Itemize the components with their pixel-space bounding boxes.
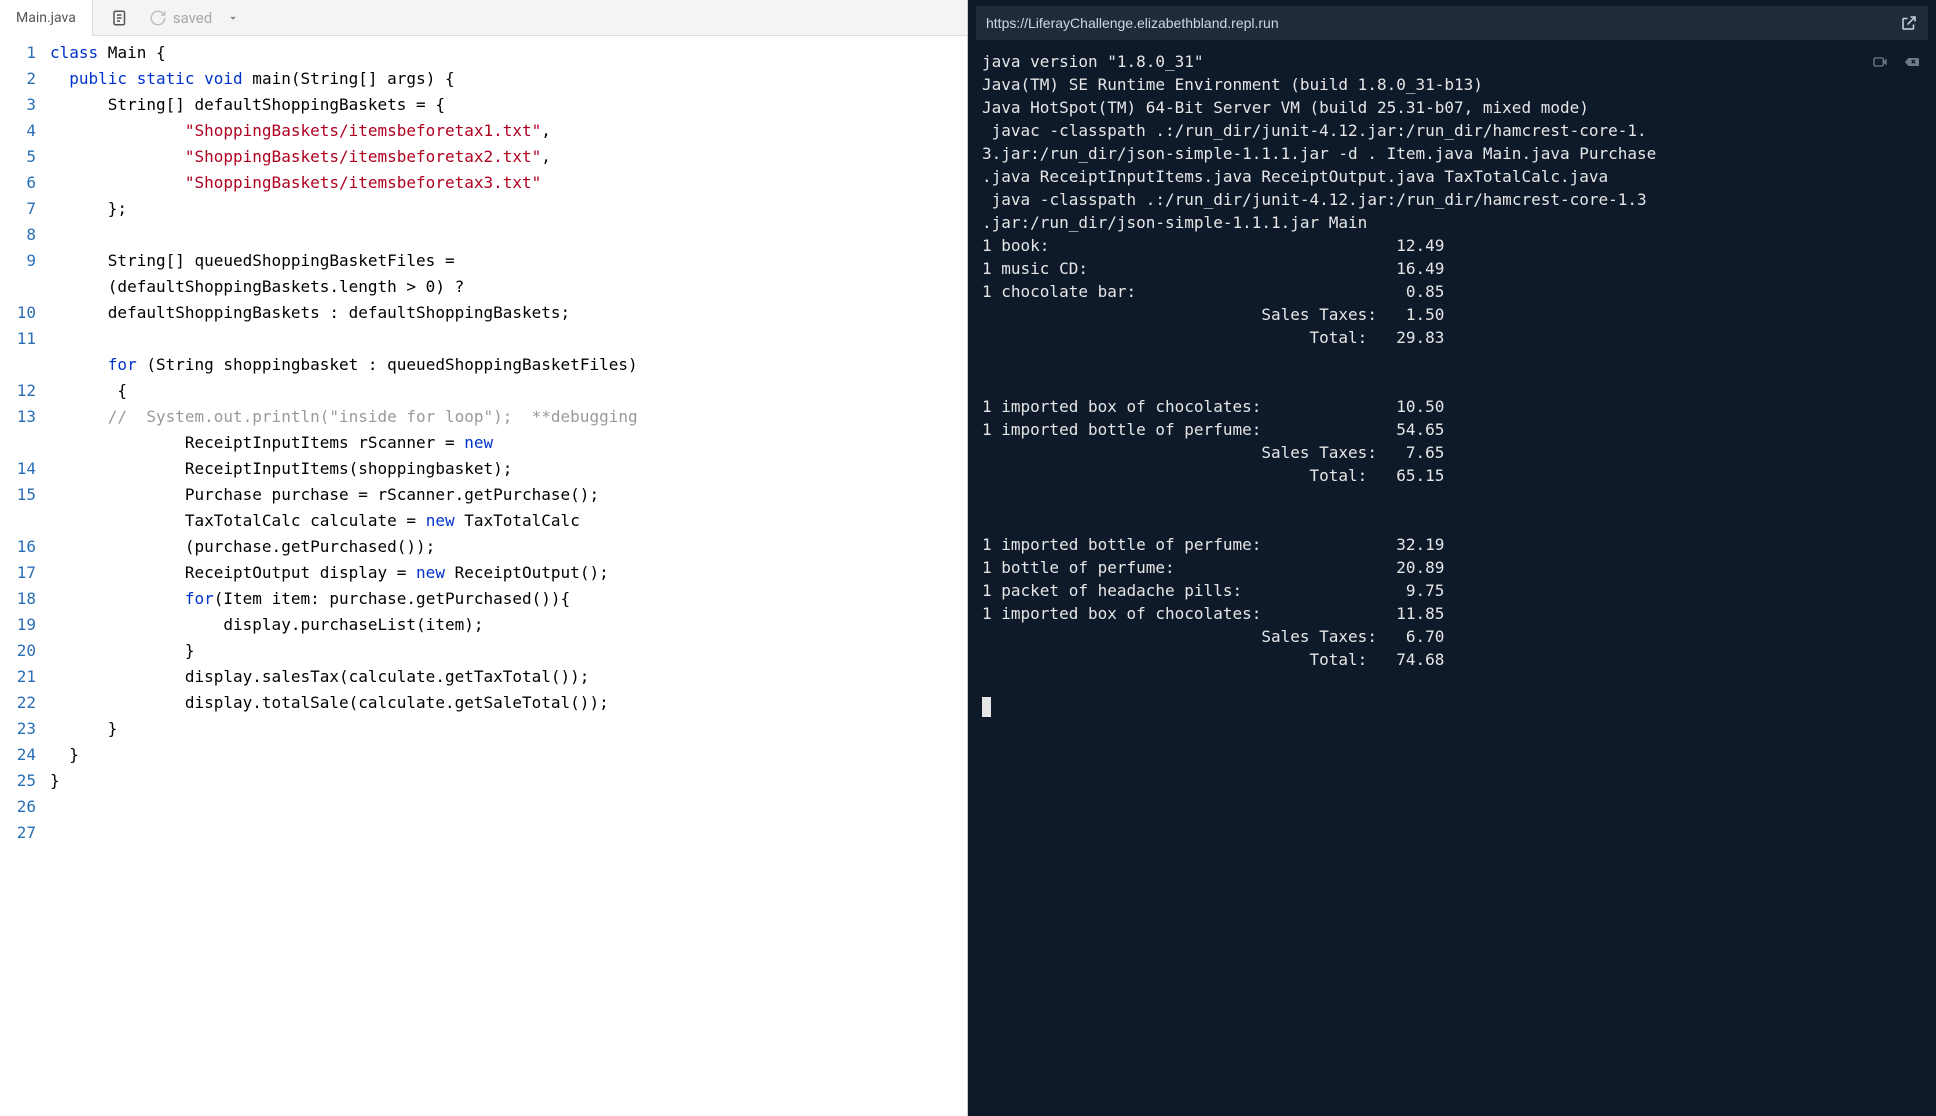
chevron-down-icon[interactable]: [226, 11, 240, 25]
console-line: [982, 372, 1922, 395]
console-line: 1 imported bottle of perfume: 54.65: [982, 418, 1922, 441]
line-number: 8: [0, 222, 36, 248]
line-number: [0, 352, 36, 378]
open-external-icon[interactable]: [1900, 14, 1918, 32]
line-number: 7: [0, 196, 36, 222]
line-number: 1: [0, 40, 36, 66]
line-number: 2: [0, 66, 36, 92]
line-number-gutter: 123456789 1011 1213 1415 161718192021222…: [0, 36, 44, 1116]
console-line: Total: 74.68: [982, 648, 1922, 671]
console-line: [982, 349, 1922, 372]
console-line: [982, 671, 1922, 694]
console-line: java -classpath .:/run_dir/junit-4.12.ja…: [982, 188, 1922, 211]
line-number: 24: [0, 742, 36, 768]
console-line: javac -classpath .:/run_dir/junit-4.12.j…: [982, 119, 1922, 142]
line-number: 15: [0, 482, 36, 508]
line-number: [0, 430, 36, 456]
console-line: Sales Taxes: 7.65: [982, 441, 1922, 464]
console-line: 1 packet of headache pills: 9.75: [982, 579, 1922, 602]
saved-label: saved: [173, 9, 212, 27]
clear-console-icon[interactable]: [1900, 54, 1922, 70]
line-number: 11: [0, 326, 36, 352]
console-output[interactable]: java version "1.8.0_31"Java(TM) SE Runti…: [968, 44, 1936, 1116]
line-number: 14: [0, 456, 36, 482]
line-number: 26: [0, 794, 36, 820]
line-number: 17: [0, 560, 36, 586]
url-input[interactable]: [986, 15, 1890, 31]
line-number: 10: [0, 300, 36, 326]
console-line: 1 imported box of chocolates: 10.50: [982, 395, 1922, 418]
editor-body: 123456789 1011 1213 1415 161718192021222…: [0, 36, 967, 1116]
console-line: Sales Taxes: 1.50: [982, 303, 1922, 326]
line-number: 16: [0, 534, 36, 560]
line-number: 12: [0, 378, 36, 404]
console-line: [982, 487, 1922, 510]
console-line: Java(TM) SE Runtime Environment (build 1…: [982, 73, 1922, 96]
console-line: Sales Taxes: 6.70: [982, 625, 1922, 648]
console-line: java version "1.8.0_31": [982, 50, 1922, 73]
console-line: 1 book: 12.49: [982, 234, 1922, 257]
console-line: [982, 510, 1922, 533]
line-number: 25: [0, 768, 36, 794]
editor-tab-bar: Main.java saved: [0, 0, 967, 36]
line-number: 20: [0, 638, 36, 664]
line-number: 23: [0, 716, 36, 742]
line-number: 27: [0, 820, 36, 846]
line-number: [0, 274, 36, 300]
line-number: 22: [0, 690, 36, 716]
file-tab-label: Main.java: [16, 10, 76, 26]
refresh-icon: [149, 9, 167, 27]
line-number: 9: [0, 248, 36, 274]
console-line: 1 chocolate bar: 0.85: [982, 280, 1922, 303]
console-line: Java HotSpot(TM) 64-Bit Server VM (build…: [982, 96, 1922, 119]
url-bar: [976, 6, 1928, 40]
console-cursor: [982, 697, 991, 717]
line-number: 3: [0, 92, 36, 118]
line-number: [0, 508, 36, 534]
file-tab[interactable]: Main.java: [0, 0, 93, 36]
console-line: .jar:/run_dir/json-simple-1.1.1.jar Main: [982, 211, 1922, 234]
line-number: 4: [0, 118, 36, 144]
editor-pane: Main.java saved 123456789 1011 1213 1415…: [0, 0, 968, 1116]
console-line: 3.jar:/run_dir/json-simple-1.1.1.jar -d …: [982, 142, 1922, 165]
console-line: Total: 65.15: [982, 464, 1922, 487]
line-number: 21: [0, 664, 36, 690]
console-line: 1 bottle of perfume: 20.89: [982, 556, 1922, 579]
saved-indicator: saved: [149, 9, 212, 27]
line-number: 13: [0, 404, 36, 430]
code-text-area[interactable]: class Main { public static void main(Str…: [44, 36, 967, 1116]
files-icon[interactable]: [109, 7, 131, 29]
line-number: 6: [0, 170, 36, 196]
console-line: 1 imported box of chocolates: 11.85: [982, 602, 1922, 625]
console-line: 1 imported bottle of perfume: 32.19: [982, 533, 1922, 556]
console-line: 1 music CD: 16.49: [982, 257, 1922, 280]
line-number: 5: [0, 144, 36, 170]
console-line: .java ReceiptInputItems.java ReceiptOutp…: [982, 165, 1922, 188]
console-line: Total: 29.83: [982, 326, 1922, 349]
console-pane: java version "1.8.0_31"Java(TM) SE Runti…: [968, 0, 1936, 1116]
line-number: 19: [0, 612, 36, 638]
prompt-icon: [982, 190, 992, 209]
line-number: 18: [0, 586, 36, 612]
input-send-icon[interactable]: [1870, 54, 1890, 70]
prompt-icon: [982, 121, 992, 140]
console-action-icons: [1870, 54, 1922, 70]
